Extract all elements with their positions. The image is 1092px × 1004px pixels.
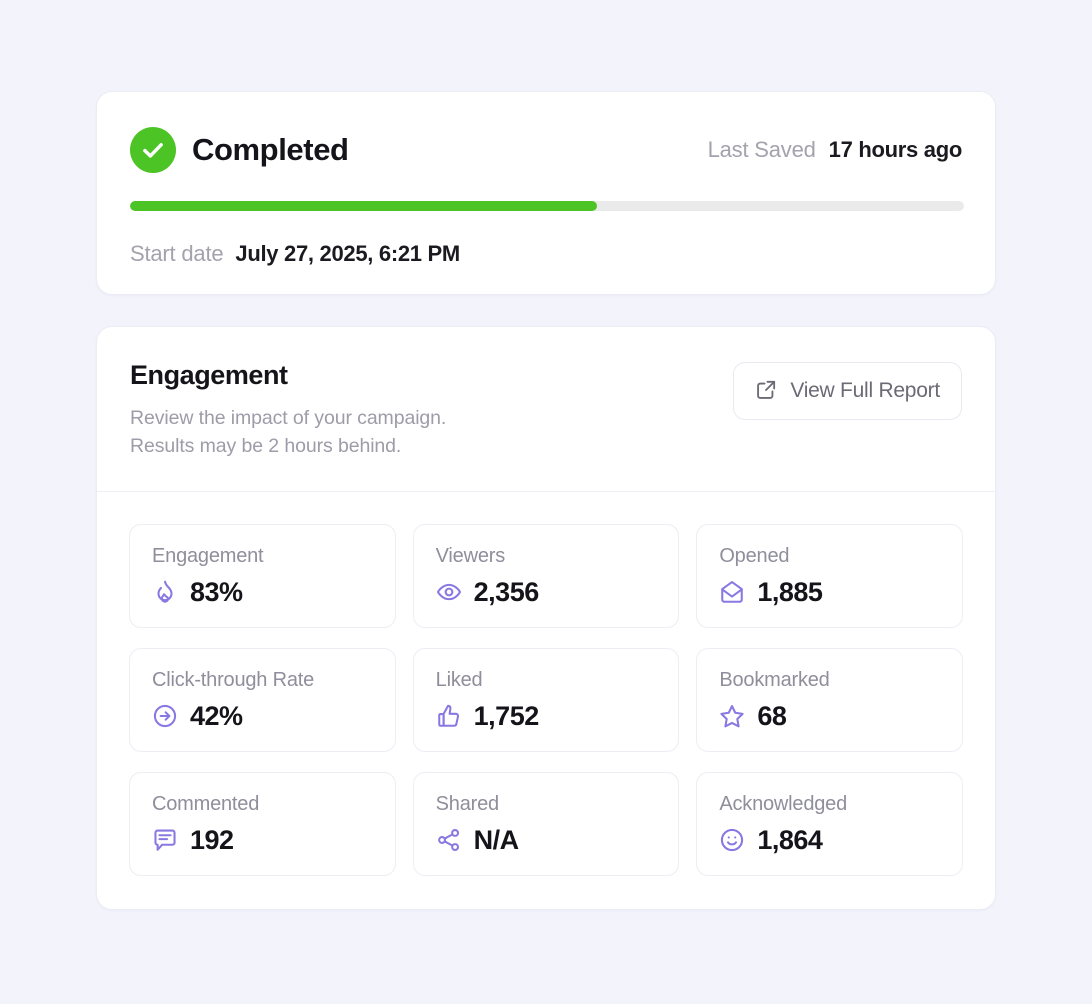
metric-value: 83%: [190, 576, 243, 607]
eye-icon: [436, 579, 462, 605]
thumbs-up-icon: [436, 703, 462, 729]
page-root: Completed Last Saved 17 hours ago Start …: [0, 0, 1092, 1004]
metric-value: 68: [757, 700, 787, 731]
engagement-header: Engagement Review the impact of your cam…: [97, 327, 995, 492]
metric-value-row: N/A: [436, 824, 657, 855]
envelope-open-icon: [719, 579, 745, 605]
engagement-card: Engagement Review the impact of your cam…: [96, 326, 996, 910]
metric-value: 1,864: [757, 824, 823, 855]
metric-value-row: 2,356: [436, 576, 657, 607]
metric-value: 192: [190, 824, 234, 855]
star-icon: [719, 703, 745, 729]
metric-label: Engagement: [152, 544, 264, 567]
metric-label: Bookmarked: [719, 668, 830, 691]
metric-tile: Opened 1,885: [696, 523, 963, 628]
metric-value: N/A: [473, 824, 520, 855]
metric-tile: Commented 192: [129, 771, 396, 876]
progress-bar-fill: [130, 201, 598, 211]
engagement-title: Engagement: [130, 360, 288, 390]
metric-label: Click-through Rate: [152, 668, 315, 691]
metric-tile: Bookmarked 68: [696, 647, 963, 752]
metric-label: Opened: [719, 544, 790, 567]
view-full-report-button[interactable]: View Full Report: [733, 362, 962, 420]
metric-value-row: 83%: [152, 576, 373, 607]
last-saved-group: Last Saved 17 hours ago: [707, 137, 963, 163]
last-saved-value: 17 hours ago: [828, 137, 963, 162]
metric-value-row: 1,885: [719, 576, 940, 607]
metric-label: Commented: [152, 792, 260, 815]
start-date-value: July 27, 2025, 6:21 PM: [235, 241, 460, 266]
metric-label: Liked: [435, 668, 483, 691]
metric-value-row: 1,864: [719, 824, 940, 855]
metrics-grid: Engagement 83% Viewers 2,356 Opened 1,885 Clic…: [97, 492, 995, 876]
engagement-heading-group: Engagement Review the impact of your cam…: [130, 360, 446, 461]
engagement-subtitle: Review the impact of your campaign. Resul…: [130, 407, 447, 458]
metric-tile: Shared N/A: [412, 771, 680, 876]
status-title: Completed: [192, 132, 349, 167]
metric-value-row: 68: [719, 700, 940, 731]
metric-value-row: 192: [152, 824, 373, 855]
metric-label: Acknowledged: [719, 792, 848, 815]
arrow-right-circle-icon: [152, 703, 178, 729]
metric-value-row: 42%: [152, 700, 373, 731]
metric-value-row: 1,752: [436, 700, 657, 731]
metric-tile: Viewers 2,356: [412, 523, 680, 628]
metric-value: 1,752: [473, 700, 540, 731]
share-icon: [436, 827, 462, 853]
status-header-row: Completed Last Saved 17 hours ago: [130, 126, 962, 174]
comment-icon: [152, 827, 178, 853]
status-card: Completed Last Saved 17 hours ago Start …: [96, 91, 996, 295]
progress-bar-track: [130, 201, 964, 211]
metric-value: 42%: [190, 700, 243, 731]
smiley-icon: [719, 827, 745, 853]
last-saved-label: Last Saved: [707, 137, 816, 162]
metric-tile: Engagement 83%: [129, 523, 396, 628]
metric-value: 1,885: [757, 576, 823, 607]
metric-tile: Liked 1,752: [412, 647, 680, 752]
view-full-report-label: View Full Report: [790, 379, 940, 402]
start-date-group: Start date July 27, 2025, 6:21 PM: [130, 241, 962, 267]
status-identity: Completed: [130, 127, 349, 173]
external-link-icon: [755, 378, 778, 404]
metric-value: 2,356: [473, 576, 540, 607]
start-date-label: Start date: [130, 241, 224, 266]
metric-label: Shared: [435, 792, 499, 815]
metric-tile: Click-through Rate 42%: [129, 647, 396, 752]
metric-label: Viewers: [435, 544, 506, 567]
check-circle-icon: [130, 127, 176, 173]
metric-tile: Acknowledged 1,864: [696, 771, 963, 876]
flame-icon: [152, 579, 178, 605]
